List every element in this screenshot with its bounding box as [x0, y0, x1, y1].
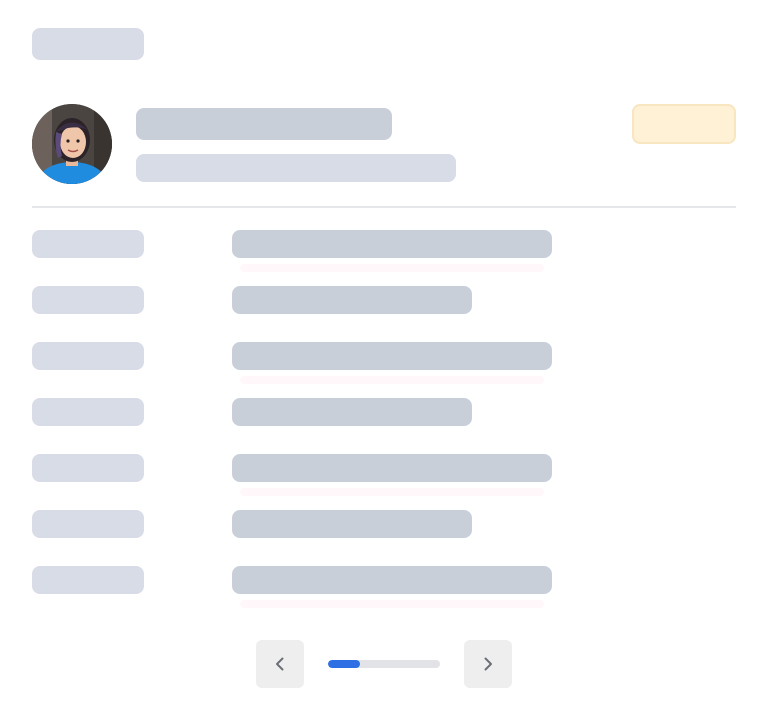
detail-value-placeholder: [232, 510, 472, 538]
detail-value-placeholder: [232, 230, 552, 258]
detail-value-placeholder: [232, 454, 552, 482]
chevron-left-icon: [276, 657, 284, 671]
detail-row: [0, 566, 772, 608]
detail-label-placeholder: [32, 566, 144, 594]
detail-row: [0, 342, 772, 384]
detail-label-placeholder: [32, 398, 144, 426]
detail-row: [0, 230, 772, 272]
profile-subtitle-placeholder: [136, 154, 456, 182]
detail-value-placeholder: [232, 286, 472, 314]
profile-name-placeholder: [136, 108, 392, 140]
detail-value-placeholder: [232, 566, 552, 594]
detail-value-placeholder: [232, 342, 552, 370]
next-button[interactable]: [464, 640, 512, 688]
detail-value-placeholder: [232, 398, 472, 426]
detail-label-placeholder: [32, 342, 144, 370]
detail-label-placeholder: [32, 454, 144, 482]
avatar-image: [32, 104, 112, 184]
detail-row: [0, 286, 772, 314]
detail-value-shadow: [240, 376, 544, 384]
detail-value-shadow: [240, 600, 544, 608]
detail-value-shadow: [240, 264, 544, 272]
detail-row: [0, 454, 772, 496]
progress-track: [328, 660, 440, 668]
detail-label-placeholder: [32, 230, 144, 258]
detail-value-shadow: [240, 488, 544, 496]
prev-button[interactable]: [256, 640, 304, 688]
detail-row: [0, 510, 772, 538]
chevron-right-icon: [484, 657, 492, 671]
avatar: [32, 104, 112, 184]
progress-fill: [328, 660, 361, 668]
detail-label-placeholder: [32, 510, 144, 538]
status-badge: [632, 104, 736, 144]
header-title-placeholder: [32, 28, 144, 60]
divider: [32, 206, 736, 208]
detail-row: [0, 398, 772, 426]
detail-label-placeholder: [32, 286, 144, 314]
